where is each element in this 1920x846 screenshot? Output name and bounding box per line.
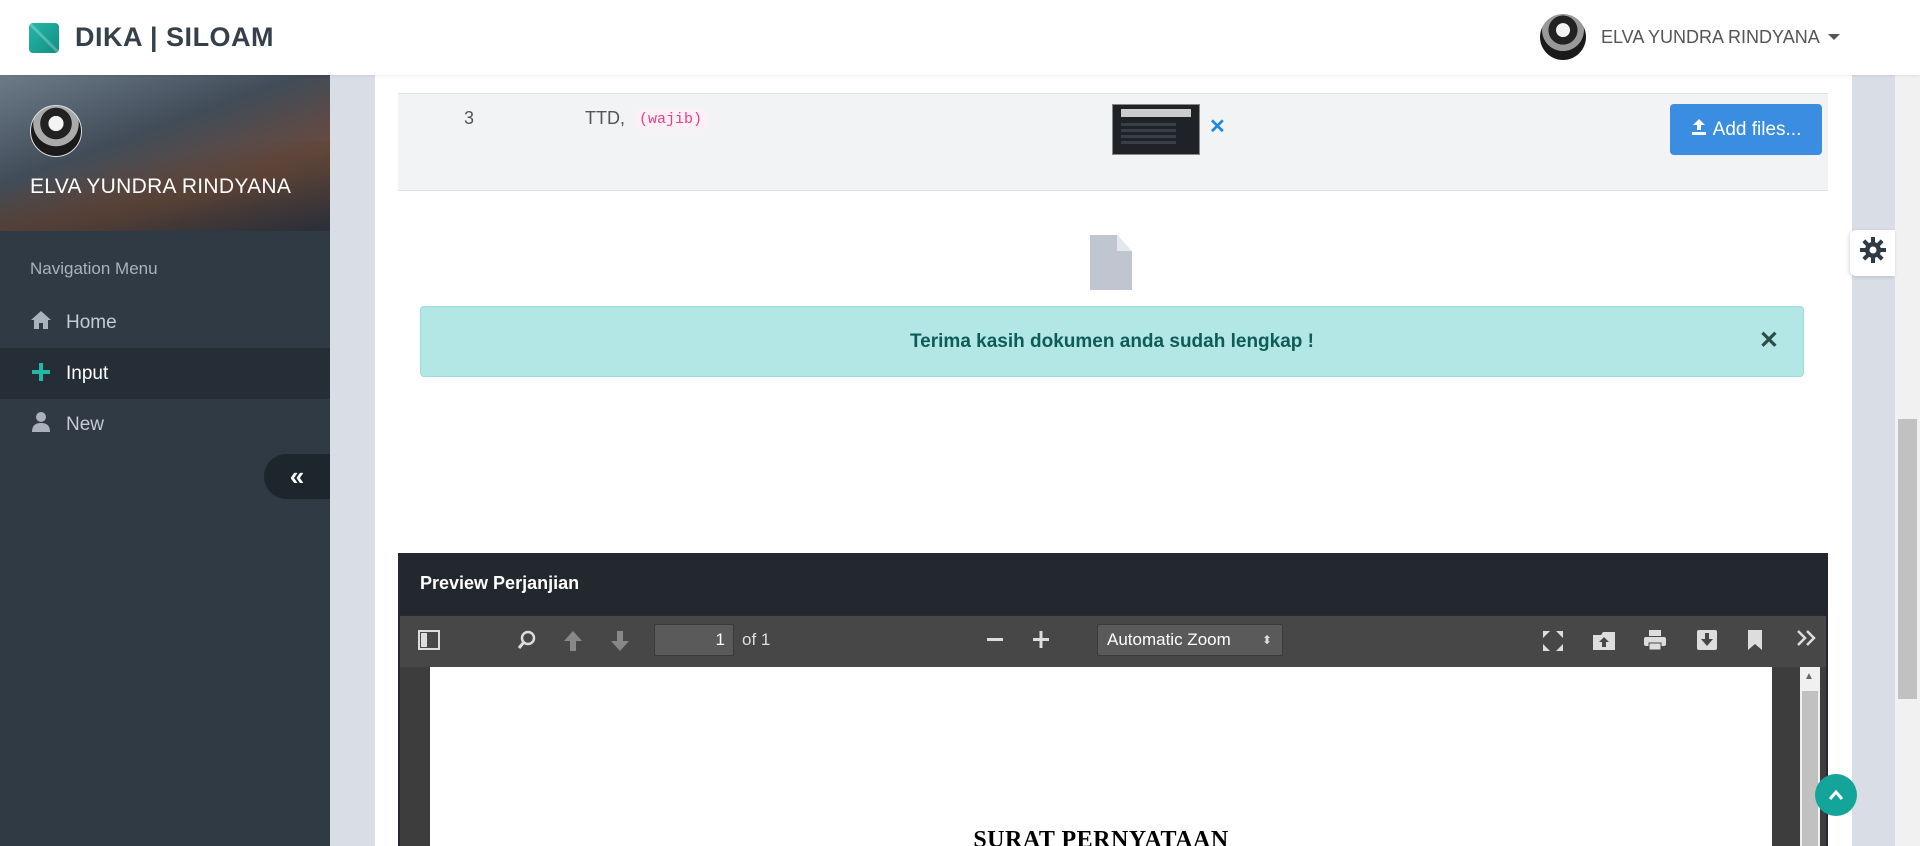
zoom-select[interactable]: Automatic Zoom ⬍ [1097, 624, 1283, 656]
pdf-document-title: SURAT PERNYATAAN [973, 827, 1229, 846]
user-name[interactable]: ELVA YUNDRA RINDYANA [1601, 27, 1820, 48]
gear-icon [1859, 236, 1887, 271]
user-menu[interactable]: ELVA YUNDRA RINDYANA [1540, 14, 1920, 60]
zoom-out-icon[interactable] [986, 628, 1004, 656]
zoom-value: Automatic Zoom [1107, 630, 1231, 649]
select-arrows-icon: ⬍ [1261, 633, 1272, 647]
collapse-sidebar-button[interactable]: « [264, 454, 330, 499]
sidebar-item-label: Input [66, 362, 109, 384]
sidebar-item-new[interactable]: New [0, 399, 330, 450]
table-row: 3 TTD, (wajib) ✕ Add files... [398, 93, 1828, 191]
sidebar-item-input[interactable]: Input [0, 348, 330, 399]
double-chevron-left-icon: « [289, 461, 305, 491]
success-alert: Terima kasih dokumen anda sudah lengkap … [420, 306, 1804, 377]
sidebar-user-name: ELVA YUNDRA RINDYANA [30, 175, 292, 198]
avatar[interactable] [1540, 14, 1586, 60]
required-tag: (wajib) [635, 110, 707, 129]
page-total: of 1 [742, 630, 771, 649]
brand-name: DIKA | SILOAM [75, 22, 275, 52]
row-number: 3 [464, 108, 475, 128]
page-scrollbar-thumb[interactable] [1898, 419, 1917, 699]
pdf-page: SURAT PERNYATAAN [430, 667, 1772, 846]
add-files-label: Add files... [1712, 118, 1802, 140]
pdf-scrollbar[interactable]: ▲ [1800, 667, 1820, 846]
sidebar-item-home[interactable]: Home [0, 297, 330, 348]
sidebar-item-label: New [66, 413, 105, 435]
add-files-button[interactable]: Add files... [1670, 104, 1822, 155]
page-scrollbar[interactable] [1895, 75, 1920, 846]
sidebar-toggle-icon[interactable] [418, 630, 440, 656]
sidebar-item-label: Home [66, 311, 117, 333]
caret-down-icon[interactable] [1827, 34, 1840, 40]
tools-chevron-icon[interactable] [1796, 627, 1818, 655]
pdf-toolbar: 1 of 1 Automatic Zoom ⬍ [400, 615, 1826, 667]
document-icon [1090, 235, 1132, 290]
upload-icon [1691, 118, 1707, 141]
sidebar: ELVA YUNDRA RINDYANA Navigation Menu Hom… [0, 75, 330, 846]
brand-logo-icon [29, 22, 59, 53]
user-icon [30, 411, 52, 439]
settings-button[interactable] [1850, 230, 1895, 276]
print-icon[interactable] [1643, 629, 1667, 657]
preview-card: Preview Perjanjian 1 of 1 Automatic Zoom… [398, 553, 1828, 846]
back-to-top-button[interactable] [1815, 774, 1857, 816]
sidebar-avatar [30, 105, 82, 157]
chevron-up-icon [1828, 784, 1844, 807]
alert-message: Terima kasih dokumen anda sudah lengkap … [909, 330, 1315, 352]
pdf-viewer[interactable]: SURAT PERNYATAAN ▲ [400, 667, 1826, 846]
presentation-mode-icon[interactable] [1542, 630, 1564, 658]
pdf-scrollbar-thumb[interactable] [1802, 691, 1818, 846]
bookmark-icon[interactable] [1747, 629, 1763, 657]
open-file-icon[interactable] [1592, 629, 1616, 657]
brand[interactable]: DIKA | SILOAM [29, 22, 274, 53]
page-number-input[interactable]: 1 [654, 624, 734, 656]
next-page-icon[interactable] [610, 630, 630, 658]
nav-title: Navigation Menu [30, 259, 158, 278]
main-content: 3 TTD, (wajib) ✕ Add files... Terima kas… [375, 75, 1852, 846]
scroll-up-icon[interactable]: ▲ [1804, 671, 1814, 682]
close-icon[interactable]: ✕ [1759, 326, 1779, 355]
preview-title: Preview Perjanjian [420, 573, 580, 593]
top-navbar: DIKA | SILOAM ELVA YUNDRA RINDYANA [0, 0, 1920, 75]
download-icon[interactable] [1696, 629, 1718, 657]
sidebar-profile: ELVA YUNDRA RINDYANA [0, 75, 330, 231]
remove-file-icon[interactable]: ✕ [1209, 114, 1226, 139]
plus-icon [30, 358, 52, 389]
file-thumbnail[interactable] [1112, 104, 1200, 155]
row-label: TTD, [585, 108, 625, 128]
search-icon[interactable] [517, 630, 537, 656]
home-icon [30, 310, 52, 336]
previous-page-icon[interactable] [563, 630, 583, 658]
zoom-in-icon[interactable] [1032, 628, 1050, 656]
